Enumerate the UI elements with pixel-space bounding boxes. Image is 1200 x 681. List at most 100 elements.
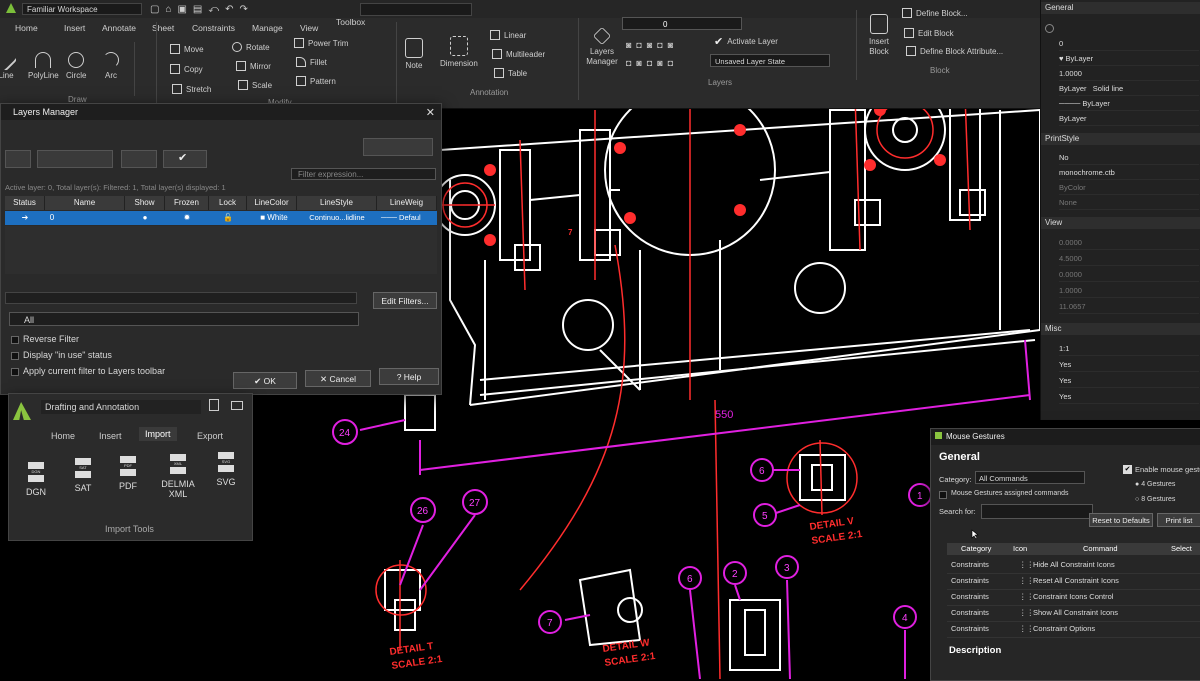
layers-manager-tool[interactable]: Layers Manager — [584, 26, 620, 67]
col-linestyle[interactable]: LineStyle — [297, 196, 377, 210]
edit-block-button[interactable]: Edit Block — [904, 28, 954, 38]
horizontal-scrollbar[interactable] — [5, 292, 357, 304]
import-pdf-button[interactable]: PDF PDF — [107, 456, 149, 491]
category-select[interactable]: All Commands — [975, 471, 1085, 484]
rotate-tool[interactable]: Rotate — [232, 42, 270, 52]
prop-lineweight[interactable]: ──── ByLayer — [1059, 98, 1199, 111]
balloon-24[interactable]: 24 — [332, 419, 358, 445]
scale-tool[interactable]: Scale — [238, 80, 272, 90]
tab-constraints[interactable]: Constraints — [192, 23, 235, 33]
prop-ucs-origin[interactable]: Yes — [1059, 375, 1199, 388]
prop-annotation-scale[interactable]: 1:1 — [1059, 343, 1199, 356]
workspace-selector[interactable]: Familiar Workspace — [22, 3, 142, 15]
arc-tool[interactable]: Arc — [103, 52, 119, 80]
table-row[interactable]: Constraints ⋮⋮ Hide All Constraint Icons — [947, 557, 1200, 574]
layer-state-button[interactable] — [121, 150, 157, 168]
ok-button[interactable]: ✔ OK — [233, 372, 297, 389]
table-row[interactable]: Constraints ⋮⋮ Constraint Options — [947, 621, 1200, 638]
layer-dropdown[interactable]: 0 — [622, 17, 742, 30]
prop-print-table[interactable]: monochrome.ctb — [1059, 167, 1199, 180]
balloon-6a[interactable]: 6 — [750, 458, 774, 482]
layer-lineweight[interactable]: ─── Defaul — [381, 211, 437, 225]
balloon-1[interactable]: 1 — [908, 483, 932, 507]
layer-toggle-icons[interactable]: ◙◘◙◘◙ ◘◙◘◙◘ — [626, 36, 708, 76]
prop-view-z[interactable]: 0.0000 — [1059, 269, 1199, 282]
prop-print-attached[interactable]: None — [1059, 197, 1199, 210]
prop-color[interactable]: ♥ ByLayer — [1059, 53, 1199, 66]
balloon-3[interactable]: 3 — [775, 555, 799, 579]
printstyle-section-header[interactable]: PrintStyle — [1041, 133, 1200, 145]
quick-access-toolbar[interactable]: ▢⌂▣▤⤺↶↷ — [150, 4, 254, 15]
general-section-header[interactable]: General — [1041, 2, 1200, 14]
balloon-27[interactable]: 27 — [462, 489, 488, 515]
prop-ucs-icon[interactable]: Yes — [1059, 359, 1199, 372]
col-icon[interactable]: Icon — [1013, 543, 1027, 555]
layer-name[interactable]: 0 — [45, 211, 59, 225]
import-sat-button[interactable]: SAT SAT — [62, 458, 104, 493]
circle-tool[interactable]: Circle — [66, 52, 86, 80]
delete-layer-button[interactable] — [37, 150, 113, 168]
dimension-tool[interactable]: Dimension — [440, 36, 478, 68]
col-status[interactable]: Status — [5, 196, 45, 210]
four-gestures-radio[interactable]: ● 4 Gestures — [1135, 481, 1175, 488]
insert-block-tool[interactable]: Insert Block — [864, 14, 894, 57]
multileader-tool[interactable]: Multileader — [492, 49, 545, 59]
balloon-26[interactable]: 26 — [410, 497, 436, 523]
layer-settings-button[interactable] — [363, 138, 433, 156]
help-button[interactable]: ? Help — [379, 368, 439, 385]
line-tool[interactable]: Line — [0, 48, 18, 80]
tab-home[interactable]: Home — [15, 23, 38, 33]
fillet-tool[interactable]: Fillet — [296, 57, 327, 67]
col-command[interactable]: Command — [1083, 543, 1118, 555]
layer-color[interactable]: ■ White — [251, 211, 297, 225]
layer-linestyle[interactable]: Continuo...lidline — [297, 211, 377, 225]
apply-filter-checkbox[interactable] — [11, 368, 19, 376]
eight-gestures-radio[interactable]: ○ 8 Gestures — [1135, 496, 1175, 503]
in-use-status-checkbox[interactable] — [11, 352, 19, 360]
balloon-2[interactable]: 2 — [723, 561, 747, 585]
tab-annotate[interactable]: Annotate — [102, 23, 136, 33]
prop-ucs-per-viewport[interactable]: Yes — [1059, 391, 1199, 404]
activate-layer-button[interactable]: ✔ Activate Layer — [714, 35, 778, 48]
copy-tool[interactable]: Copy — [170, 64, 203, 74]
prop-view-x[interactable]: 0.0000 — [1059, 237, 1199, 250]
col-frozen[interactable]: Frozen — [165, 196, 209, 210]
prop-print-style[interactable]: ByColor — [1059, 182, 1199, 195]
search-input[interactable] — [981, 504, 1093, 519]
enable-gestures-checkbox[interactable]: ✔ — [1123, 465, 1132, 474]
view-section-header[interactable]: View — [1041, 217, 1200, 229]
table-row[interactable]: Constraints ⋮⋮ Constraint Icons Control — [947, 589, 1200, 606]
pattern-tool[interactable]: Pattern — [296, 76, 336, 86]
table-row[interactable]: Constraints ⋮⋮ Reset All Constraint Icons — [947, 573, 1200, 590]
import-delmia-xml-button[interactable]: XML DELMIA XML — [153, 454, 203, 499]
reset-to-defaults-button[interactable]: Reset to Defaults — [1089, 513, 1153, 527]
prop-view-width[interactable]: 11.0657 — [1059, 301, 1199, 314]
define-block-attribute-button[interactable]: Define Block Attribute... — [906, 46, 1003, 56]
title-dropdown[interactable] — [360, 3, 472, 16]
power-trim-tool[interactable]: Power Trim — [294, 38, 348, 48]
tab-insert[interactable]: Insert — [99, 431, 122, 441]
modify-extra-icons[interactable] — [375, 34, 389, 94]
col-linecolor[interactable]: LineColor — [247, 196, 297, 210]
lock-icon[interactable]: 🔓 — [209, 211, 247, 225]
note-tool[interactable]: Note — [405, 38, 423, 70]
col-lineweight[interactable]: LineWeig — [377, 196, 437, 210]
tab-toolbox[interactable]: Toolbox — [336, 17, 365, 27]
prop-transparency[interactable]: ByLayer — [1059, 113, 1199, 126]
tab-import[interactable]: Import — [139, 427, 177, 441]
col-select[interactable]: Select — [1171, 543, 1192, 555]
filter-select[interactable]: All — [9, 312, 359, 326]
balloon-5[interactable]: 5 — [753, 503, 777, 527]
balloon-6b[interactable]: 6 — [678, 566, 702, 590]
workspace-selector[interactable]: Drafting and Annotation — [41, 400, 201, 414]
prop-linescale[interactable]: 1.0000 — [1059, 68, 1199, 81]
frozen-sun-icon[interactable]: ✹ — [165, 211, 209, 225]
import-svg-button[interactable]: SVG SVG — [205, 452, 247, 487]
print-list-button[interactable]: Print list — [1157, 513, 1200, 527]
set-current-button[interactable]: ✔ — [163, 150, 207, 168]
new-file-icon[interactable] — [209, 399, 219, 411]
col-name[interactable]: Name — [45, 196, 125, 210]
prop-print-override[interactable]: No — [1059, 152, 1199, 165]
polyline-tool[interactable]: PolyLine — [28, 52, 59, 80]
layer-state-dropdown[interactable]: Unsaved Layer State — [710, 54, 830, 67]
